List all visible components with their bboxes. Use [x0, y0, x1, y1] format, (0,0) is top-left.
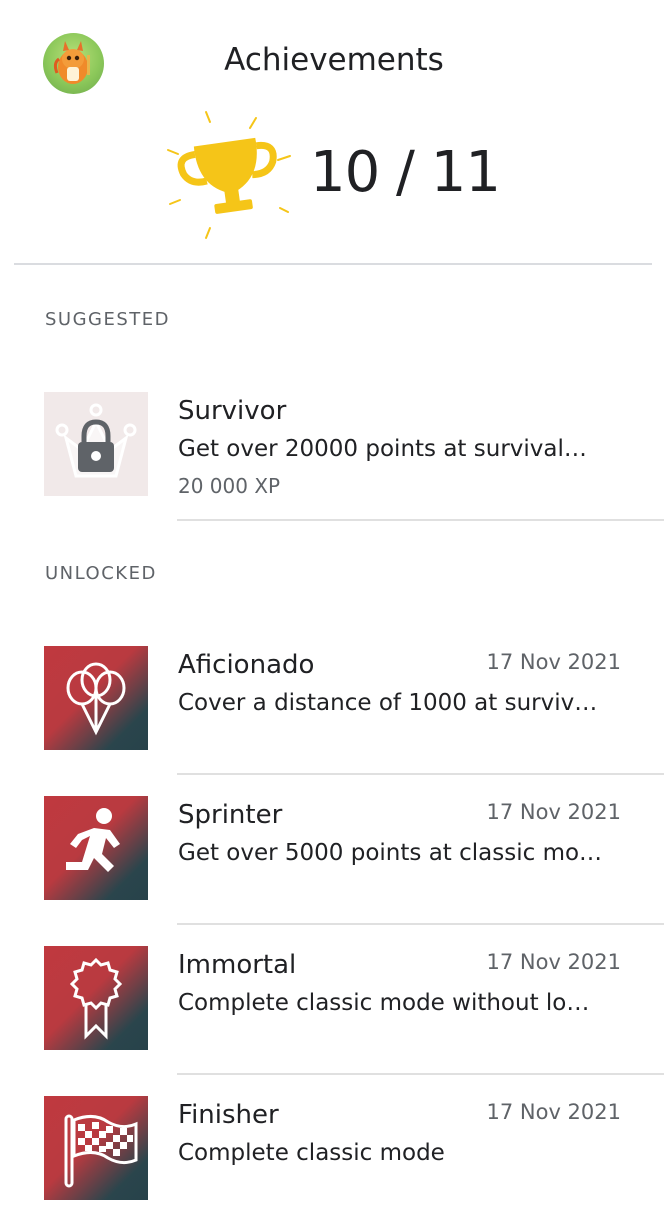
locked-achievement-icon — [44, 392, 148, 496]
page-title: Achievements — [224, 42, 444, 78]
achievement-count: 10 / 11 — [310, 140, 501, 205]
achievement-name: Sprinter — [178, 800, 283, 830]
section-label-suggested: SUGGESTED — [45, 309, 171, 330]
trophy-icon — [158, 104, 298, 244]
achievement-date: 17 Nov 2021 — [486, 800, 621, 824]
achievement-xp: 20 000 XP — [178, 474, 281, 498]
achievement-item-sprinter[interactable]: Sprinter 17 Nov 2021 Get over 5000 point… — [0, 796, 664, 916]
achievement-item-finisher[interactable]: Finisher 17 Nov 2021 Complete classic mo… — [0, 1096, 664, 1216]
achievement-name: Immortal — [178, 950, 297, 980]
achievement-name: Survivor — [178, 396, 287, 426]
row-divider — [177, 519, 664, 521]
ribbon-badge-icon — [44, 946, 148, 1050]
achievement-date: 17 Nov 2021 — [486, 650, 621, 674]
running-person-icon — [44, 796, 148, 900]
achievement-name: Finisher — [178, 1100, 279, 1130]
checkered-flag-icon — [44, 1096, 148, 1200]
balloons-icon — [44, 646, 148, 750]
header-divider — [14, 263, 652, 265]
achievement-description: Cover a distance of 1000 at surviv… — [178, 690, 598, 716]
achievement-item-immortal[interactable]: Immortal 17 Nov 2021 Complete classic mo… — [0, 946, 664, 1066]
achievement-item-survivor[interactable]: Survivor Get over 20000 points at surviv… — [0, 392, 664, 512]
achievement-description: Complete classic mode without lo… — [178, 990, 590, 1016]
achievement-item-aficionado[interactable]: Aficionado 17 Nov 2021 Cover a distance … — [0, 646, 664, 766]
achievement-description: Get over 20000 points at survival… — [178, 436, 587, 462]
row-divider — [177, 923, 664, 925]
achievement-description: Complete classic mode — [178, 1140, 445, 1166]
achievement-description: Get over 5000 points at classic mo… — [178, 840, 603, 866]
row-divider — [177, 1073, 664, 1075]
row-divider — [177, 773, 664, 775]
achievement-date: 17 Nov 2021 — [486, 950, 621, 974]
section-label-unlocked: UNLOCKED — [45, 563, 157, 584]
achievement-name: Aficionado — [178, 650, 315, 680]
achievement-date: 17 Nov 2021 — [486, 1100, 621, 1124]
